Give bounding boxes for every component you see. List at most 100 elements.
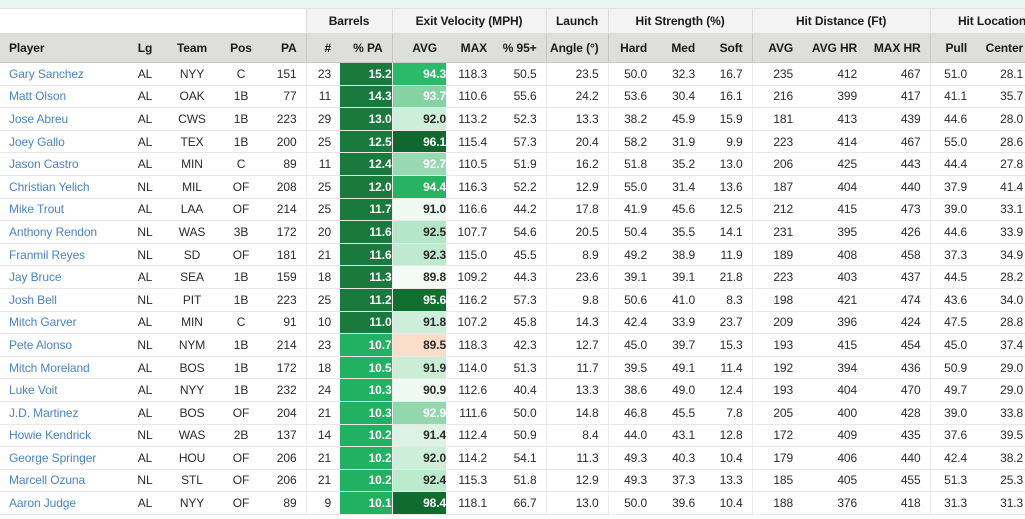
cell-lg: NL: [126, 288, 164, 312]
column-header-barrels_pct_pa[interactable]: % PA: [340, 33, 393, 63]
cell-team: NYY: [164, 378, 220, 402]
cell-ev_pct95: 51.3: [496, 356, 547, 380]
player-name-cell[interactable]: Josh Bell: [0, 288, 126, 312]
cell-lg: AL: [126, 130, 164, 154]
cell-center: 33.1: [976, 198, 1025, 222]
cell-ev_pct95: 50.0: [496, 401, 547, 425]
player-name-cell[interactable]: Marcell Ozuna: [0, 469, 126, 493]
player-link[interactable]: Anthony Rendon: [9, 225, 97, 239]
cell-exit-velocity-avg: 92.4: [391, 469, 446, 493]
player-link[interactable]: Mitch Moreland: [9, 361, 90, 375]
group-header-row: Barrels Exit Velocity (MPH) Launch Hit S…: [0, 9, 1025, 34]
column-header-player[interactable]: Player: [0, 33, 126, 63]
column-header-soft[interactable]: Soft: [704, 33, 753, 63]
column-header-hard[interactable]: Hard: [607, 33, 657, 63]
cell-team: NYY: [164, 62, 220, 86]
player-link[interactable]: Marcell Ozuna: [9, 473, 85, 487]
player-link[interactable]: Matt Olson: [9, 89, 66, 103]
cell-dist_avg: 189: [751, 243, 803, 267]
cell-exit-velocity-avg: 94.4: [391, 175, 446, 199]
cell-center: 25.3: [976, 469, 1025, 493]
player-link[interactable]: Franmil Reyes: [9, 248, 85, 262]
player-link[interactable]: Howie Kendrick: [9, 428, 91, 442]
player-link[interactable]: Pete Alonso: [9, 338, 72, 352]
player-name-cell[interactable]: Pete Alonso: [0, 333, 126, 357]
player-name-cell[interactable]: Mitch Garver: [0, 311, 126, 335]
player-name-cell[interactable]: Luke Voit: [0, 378, 126, 402]
player-link[interactable]: Mitch Garver: [9, 315, 77, 329]
player-name-cell[interactable]: George Springer: [0, 446, 126, 470]
cell-ev_pct95: 45.5: [496, 243, 547, 267]
player-name-cell[interactable]: Jason Castro: [0, 152, 126, 176]
player-name-cell[interactable]: Mitch Moreland: [0, 356, 126, 380]
player-link[interactable]: Mike Trout: [9, 202, 64, 216]
cell-ev_max: 118.1: [446, 491, 497, 515]
player-link[interactable]: Aaron Judge: [9, 496, 76, 510]
player-link[interactable]: Joey Gallo: [9, 135, 65, 149]
column-header-lg[interactable]: Lg: [126, 33, 164, 63]
column-header-center[interactable]: Center: [976, 33, 1025, 63]
cell-ev_pct95: 51.8: [496, 469, 547, 493]
column-header-barrels_n[interactable]: #: [305, 33, 341, 63]
cell-soft: 16.7: [704, 62, 753, 86]
cell-dist_max_hr: 440: [866, 446, 931, 470]
cell-soft: 11.9: [704, 243, 753, 267]
column-header-ev_max[interactable]: MAX: [446, 33, 497, 63]
cell-barrels_n: 23: [305, 333, 341, 357]
table-row: Luke Voit AL NYY 1B 232 24 10.3 90.9 112.6 40.4 13…: [0, 378, 1025, 402]
player-name-cell[interactable]: Jay Bruce: [0, 265, 126, 289]
column-header-ev_avg[interactable]: AVG: [391, 33, 447, 63]
cell-dist_max_hr: 424: [866, 311, 931, 335]
column-header-launch_angle[interactable]: Angle (°): [545, 33, 609, 63]
cell-lg: AL: [126, 85, 164, 109]
column-header-dist_max_hr[interactable]: MAX HR: [866, 33, 931, 63]
player-link[interactable]: Gary Sanchez: [9, 67, 84, 81]
player-name-cell[interactable]: Anthony Rendon: [0, 220, 126, 244]
column-header-team[interactable]: Team: [164, 33, 220, 63]
cell-barrels_n: 18: [305, 265, 341, 289]
cell-pos: 1B: [220, 265, 262, 289]
player-name-cell[interactable]: Aaron Judge: [0, 491, 126, 515]
player-name-cell[interactable]: J.D. Martinez: [0, 401, 126, 425]
top-accent-strip: [0, 0, 1025, 9]
player-name-cell[interactable]: Howie Kendrick: [0, 424, 126, 448]
player-link[interactable]: Jay Bruce: [9, 270, 62, 284]
player-name-cell[interactable]: Jose Abreu: [0, 107, 126, 131]
player-link[interactable]: Jose Abreu: [9, 112, 68, 126]
cell-hard: 51.8: [607, 152, 657, 176]
cell-dist_max_hr: 467: [866, 130, 931, 154]
player-name-cell[interactable]: Matt Olson: [0, 85, 126, 109]
player-link[interactable]: Josh Bell: [9, 293, 57, 307]
column-header-dist_avg[interactable]: AVG: [751, 33, 803, 63]
player-name-cell[interactable]: Franmil Reyes: [0, 243, 126, 267]
cell-center: 34.9: [976, 243, 1025, 267]
player-name-cell[interactable]: Mike Trout: [0, 198, 126, 222]
cell-center: 31.3: [976, 491, 1025, 515]
group-header-barrels: Barrels: [305, 9, 393, 34]
player-link[interactable]: Jason Castro: [9, 157, 79, 171]
player-name-cell[interactable]: Joey Gallo: [0, 130, 126, 154]
cell-barrels-pct-pa: 10.3: [340, 378, 393, 402]
column-header-pa[interactable]: PA: [262, 33, 307, 63]
player-link[interactable]: J.D. Martinez: [9, 406, 78, 420]
player-link[interactable]: George Springer: [9, 451, 96, 465]
column-header-pos[interactable]: Pos: [220, 33, 262, 63]
cell-pos: 1B: [220, 85, 262, 109]
cell-dist_avg: 192: [751, 356, 803, 380]
column-header-med[interactable]: Med: [656, 33, 705, 63]
cell-pull: 43.6: [929, 288, 977, 312]
cell-team: BOS: [164, 401, 220, 425]
cell-barrels_n: 18: [305, 356, 341, 380]
cell-ev_max: 115.4: [446, 130, 497, 154]
player-name-cell[interactable]: Christian Yelich: [0, 175, 126, 199]
column-header-dist_avg_hr[interactable]: AVG HR: [802, 33, 867, 63]
cell-dist_max_hr: 458: [866, 243, 931, 267]
cell-dist_avg_hr: 404: [802, 378, 867, 402]
cell-dist_avg_hr: 396: [802, 311, 867, 335]
player-link[interactable]: Luke Voit: [9, 383, 58, 397]
column-header-pull[interactable]: Pull: [929, 33, 977, 63]
cell-dist_max_hr: 417: [866, 85, 931, 109]
player-link[interactable]: Christian Yelich: [9, 180, 90, 194]
player-name-cell[interactable]: Gary Sanchez: [0, 62, 126, 86]
column-header-ev_pct95[interactable]: % 95+: [496, 33, 547, 63]
